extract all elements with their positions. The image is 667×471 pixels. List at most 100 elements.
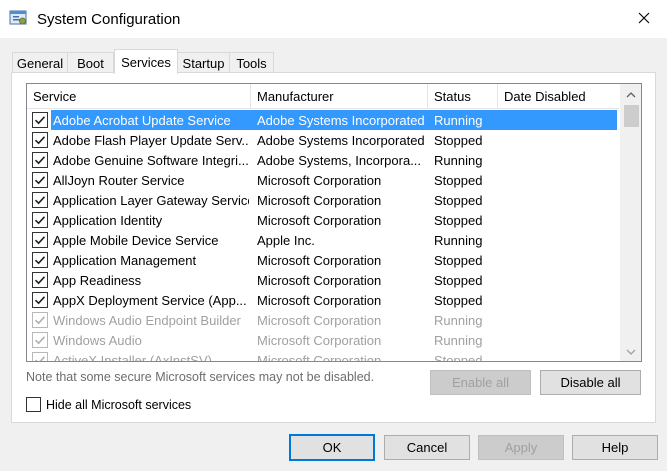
service-row[interactable]: App Readiness Microsoft Corporation Stoppe… xyxy=(27,270,619,290)
cell-service: Application Management xyxy=(53,252,197,268)
services-list[interactable]: Service Manufacturer Status Date Disable… xyxy=(26,83,642,362)
service-checkbox[interactable] xyxy=(32,112,48,128)
service-row[interactable]: Windows Audio Endpoint Builder Microsoft … xyxy=(27,310,619,330)
hide-microsoft-services-label: Hide all Microsoft services xyxy=(46,397,192,412)
service-checkbox[interactable] xyxy=(32,212,48,228)
close-button[interactable] xyxy=(621,0,667,38)
column-label: Status xyxy=(434,89,471,104)
cell-status: Running xyxy=(434,112,483,128)
service-row[interactable]: Apple Mobile Device Service Apple Inc. Run… xyxy=(27,230,619,250)
column-manufacturer[interactable]: Manufacturer xyxy=(251,84,428,109)
service-checkbox xyxy=(32,352,48,361)
service-checkbox[interactable] xyxy=(32,252,48,268)
cell-status: Stopped xyxy=(434,292,483,308)
cell-manufacturer: Microsoft Corporation xyxy=(257,172,382,188)
service-row[interactable]: Windows Audio Microsoft Corporation Runnin… xyxy=(27,330,619,350)
checkmark-icon xyxy=(34,196,46,205)
cell-status: Stopped xyxy=(434,212,483,228)
tab-label: Tools xyxy=(236,55,267,71)
cell-manufacturer: Microsoft Corporation xyxy=(257,332,382,348)
tab-general[interactable]: General xyxy=(12,52,68,73)
checkmark-icon xyxy=(34,256,46,265)
chevron-down-icon xyxy=(626,344,636,358)
service-row[interactable]: Application Layer Gateway Service Microso… xyxy=(27,190,619,210)
cancel-label: Cancel xyxy=(406,440,448,455)
scroll-up-button[interactable] xyxy=(621,85,641,103)
help-button[interactable]: Help xyxy=(572,435,658,460)
hide-microsoft-services-checkbox[interactable]: Hide all Microsoft services xyxy=(26,397,191,412)
checkmark-icon xyxy=(34,216,46,225)
service-checkbox[interactable] xyxy=(32,132,48,148)
cell-status: Running xyxy=(434,232,483,248)
cell-status: Stopped xyxy=(434,192,483,208)
tab-tools[interactable]: Tools xyxy=(229,52,274,73)
cell-status: Stopped xyxy=(434,132,483,148)
cell-date-disabled xyxy=(504,330,614,350)
service-row[interactable]: Adobe Acrobat Update Service Adobe System… xyxy=(27,110,619,130)
close-icon xyxy=(638,12,650,27)
cell-status: Stopped xyxy=(434,272,483,288)
service-row[interactable]: AppX Deployment Service (App... Microsoft… xyxy=(27,290,619,310)
cell-manufacturer: Adobe Systems Incorporated xyxy=(257,112,425,128)
secure-services-note: Note that some secure Microsoft services… xyxy=(26,370,375,384)
service-checkbox[interactable] xyxy=(32,272,48,288)
cell-service: Windows Audio xyxy=(53,332,142,348)
cell-service: ActiveX Installer (AxInstSV) xyxy=(53,352,212,362)
service-row[interactable]: Application Identity Microsoft Corporatio… xyxy=(27,210,619,230)
cell-manufacturer: Microsoft Corporation xyxy=(257,252,382,268)
service-checkbox[interactable] xyxy=(32,292,48,308)
cell-status: Running xyxy=(434,152,483,168)
tab-boot[interactable]: Boot xyxy=(67,52,114,73)
enable-all-button[interactable]: Enable all xyxy=(430,370,531,395)
cell-date-disabled xyxy=(504,250,614,270)
cell-manufacturer: Adobe Systems Incorporated xyxy=(257,132,425,148)
service-checkbox[interactable] xyxy=(32,192,48,208)
column-label: Service xyxy=(33,89,77,104)
service-checkbox[interactable] xyxy=(32,152,48,168)
cell-date-disabled xyxy=(504,210,614,230)
window-title: System Configuration xyxy=(37,11,181,28)
service-row[interactable]: Adobe Genuine Software Integri... Adobe S… xyxy=(27,150,619,170)
column-date-disabled[interactable]: Date Disabled xyxy=(498,84,619,109)
checkmark-icon xyxy=(34,156,46,165)
ok-button[interactable]: OK xyxy=(289,434,375,461)
cell-manufacturer: Microsoft Corporation xyxy=(257,292,382,308)
tab-label: Boot xyxy=(77,55,104,71)
scroll-down-button[interactable] xyxy=(621,342,641,360)
service-row[interactable]: Application Management Microsoft Corporat… xyxy=(27,250,619,270)
checkmark-icon xyxy=(34,236,46,245)
chevron-up-icon xyxy=(626,87,636,101)
disable-all-button[interactable]: Disable all xyxy=(540,370,641,395)
cell-service: Adobe Acrobat Update Service xyxy=(53,112,231,128)
cell-date-disabled xyxy=(504,230,614,250)
apply-button[interactable]: Apply xyxy=(478,435,564,460)
service-row[interactable]: ActiveX Installer (AxInstSV) Microsoft Co… xyxy=(27,350,619,362)
service-checkbox[interactable] xyxy=(32,172,48,188)
enable-all-label: Enable all xyxy=(451,375,510,390)
cell-service: Application Identity xyxy=(53,212,163,228)
tab-startup[interactable]: Startup xyxy=(177,52,230,73)
cell-manufacturer: Microsoft Corporation xyxy=(257,312,382,328)
cell-date-disabled xyxy=(504,290,614,310)
service-row[interactable]: Adobe Flash Player Update Serv... Adobe S… xyxy=(27,130,619,150)
list-header: Service Manufacturer Status Date Disable… xyxy=(27,84,619,109)
cell-manufacturer: Microsoft Corporation xyxy=(257,192,382,208)
cell-service: Adobe Flash Player Update Serv... xyxy=(53,132,249,148)
checkmark-icon xyxy=(34,296,46,305)
cancel-button[interactable]: Cancel xyxy=(384,435,470,460)
cell-manufacturer: Apple Inc. xyxy=(257,232,315,248)
checkmark-icon xyxy=(34,136,46,145)
service-row[interactable]: AllJoyn Router Service Microsoft Corporat… xyxy=(27,170,619,190)
vertical-scrollbar[interactable] xyxy=(620,84,641,361)
tab-services[interactable]: Services xyxy=(114,49,178,74)
scroll-thumb[interactable] xyxy=(624,105,639,127)
cell-date-disabled xyxy=(504,270,614,290)
service-checkbox[interactable] xyxy=(32,232,48,248)
column-service[interactable]: Service xyxy=(27,84,251,109)
cell-status: Stopped xyxy=(434,172,483,188)
cell-status: Running xyxy=(434,332,483,348)
cell-date-disabled xyxy=(504,170,614,190)
dialog-client: General Boot Services Startup Tools Serv… xyxy=(0,38,667,471)
column-status[interactable]: Status xyxy=(428,84,498,109)
help-label: Help xyxy=(601,440,629,455)
